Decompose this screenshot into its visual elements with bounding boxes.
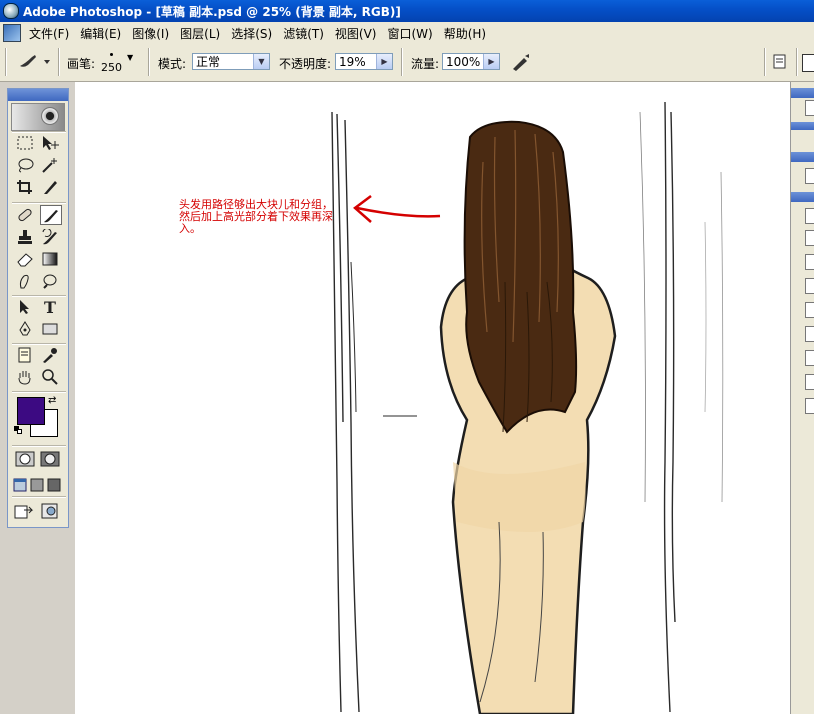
history-brush-icon[interactable] (39, 227, 61, 247)
tool-preset-picker[interactable] (16, 51, 52, 71)
layers-tab-label[interactable] (805, 208, 814, 224)
opacity-value: 19% (339, 55, 366, 69)
options-grip[interactable] (5, 48, 7, 76)
flow-value: 100% (446, 55, 481, 69)
annotation-text: 头发用路径够出大块儿和分组，然后加上高光部分着下效果再深入。 (179, 198, 333, 235)
layer-row[interactable] (805, 302, 814, 318)
mode-select[interactable]: 正常 ▼ (192, 53, 270, 70)
file-browser-button[interactable] (772, 54, 788, 70)
workspace-gap (0, 528, 7, 714)
crop-icon[interactable] (14, 177, 36, 197)
notes-icon[interactable] (14, 345, 36, 365)
chevron-right-icon[interactable]: ▶ (376, 54, 392, 69)
rectangle-shape-icon[interactable] (39, 319, 61, 339)
quick-mask-icon[interactable] (39, 449, 61, 469)
toolbox-titlebar[interactable] (8, 89, 68, 101)
palette-well[interactable] (802, 54, 814, 72)
path-selection-icon[interactable] (14, 297, 36, 317)
title-bar: Adobe Photoshop - [草稿 副本.psd @ 25% (背景 副… (0, 0, 814, 22)
layer-row[interactable] (805, 254, 814, 270)
navigator-tab-label[interactable] (805, 100, 814, 116)
layer-row[interactable] (805, 398, 814, 414)
toolbox: T ⇄ (7, 88, 69, 528)
document-icon[interactable] (3, 23, 21, 42)
menu-view[interactable]: 视图(V) (330, 24, 383, 42)
layer-row[interactable] (805, 350, 814, 366)
screen-mode-standard-icon[interactable] (12, 475, 28, 495)
gradient-icon[interactable] (39, 249, 61, 269)
options-bar: 画笔: 250 ▼ 模式: 正常 ▼ 不透明度: 19% ▶ 流量: 100% … (0, 43, 814, 82)
chevron-down-icon: ▼ (253, 54, 269, 69)
layer-row[interactable] (805, 230, 814, 246)
swap-colors-icon[interactable]: ⇄ (48, 395, 56, 406)
brush-icon[interactable] (40, 205, 62, 225)
layers-palette-tab[interactable] (791, 192, 814, 202)
artwork-canvas (331, 101, 724, 714)
document-canvas[interactable]: 头发用路径够出大块儿和分组，然后加上高光部分着下效果再深入。 (75, 82, 790, 714)
menu-help[interactable]: 帮助(H) (439, 24, 492, 42)
history-tab-label[interactable] (805, 168, 814, 184)
eyedropper-icon[interactable] (39, 345, 61, 365)
adobe-online-button[interactable] (11, 103, 65, 131)
menu-file[interactable]: 文件(F) (24, 24, 75, 42)
brush-preset-icon (20, 55, 50, 67)
color-palette-tab[interactable] (791, 122, 814, 130)
screen-mode-full-icon[interactable] (46, 475, 62, 495)
mode-value: 正常 (196, 55, 221, 69)
type-icon[interactable]: T (39, 297, 61, 317)
menu-layer[interactable]: 图层(L) (175, 24, 226, 42)
brush-size-picker[interactable]: 250 ▼ (100, 49, 136, 77)
menu-select[interactable]: 选择(S) (226, 24, 278, 42)
move-icon[interactable] (39, 133, 61, 153)
standard-mode-icon[interactable] (14, 449, 36, 469)
magic-wand-icon[interactable] (39, 155, 61, 175)
imageready-icon[interactable] (39, 501, 61, 521)
palette-dock (790, 82, 814, 714)
flow-field[interactable]: 100% ▶ (442, 53, 500, 70)
healing-brush-icon[interactable] (14, 205, 36, 225)
menu-edit[interactable]: 编辑(E) (75, 24, 127, 42)
window-title: Adobe Photoshop - [草稿 副本.psd @ 25% (背景 副… (23, 4, 401, 19)
layer-row[interactable] (805, 326, 814, 342)
jump-to-imageready-icon[interactable] (14, 501, 36, 521)
brush-tip-dot (110, 53, 113, 56)
navigator-palette-tab[interactable] (791, 88, 814, 98)
annotation-arrow (353, 195, 441, 223)
menu-window[interactable]: 窗口(W) (382, 24, 438, 42)
menu-filter[interactable]: 滤镜(T) (278, 24, 330, 42)
zoom-icon[interactable] (39, 367, 61, 387)
menu-bar: 文件(F) 编辑(E) 图像(I) 图层(L) 选择(S) 滤镜(T) 视图(V… (0, 22, 814, 44)
opacity-field[interactable]: 19% ▶ (335, 53, 393, 70)
default-colors-icon[interactable] (14, 426, 22, 434)
marquee-icon[interactable] (14, 133, 36, 153)
dodge-icon[interactable] (39, 271, 61, 291)
layer-row[interactable] (805, 374, 814, 390)
pen-icon[interactable] (14, 319, 36, 339)
airbrush-icon (513, 54, 529, 71)
foreground-color-swatch[interactable] (17, 397, 45, 425)
smudge-icon[interactable] (14, 271, 36, 291)
slice-icon[interactable] (39, 177, 61, 197)
hand-icon[interactable] (14, 367, 36, 387)
chevron-right-icon[interactable]: ▶ (483, 54, 499, 69)
photoshop-app-icon[interactable] (3, 3, 19, 19)
lasso-icon[interactable] (14, 155, 36, 175)
menu-image[interactable]: 图像(I) (127, 24, 175, 42)
airbrush-button[interactable] (510, 51, 532, 73)
file-browser-icon (773, 54, 786, 69)
brush-label: 画笔: (67, 57, 96, 71)
clone-stamp-icon[interactable] (14, 227, 36, 247)
flow-label: 流量: (411, 57, 440, 71)
layer-row[interactable] (805, 278, 814, 294)
screen-mode-full-menu-icon[interactable] (29, 475, 45, 495)
mode-label: 模式: (158, 57, 187, 71)
brush-size-value: 250 (101, 61, 122, 74)
opacity-label: 不透明度: (279, 57, 332, 71)
chevron-down-icon: ▼ (127, 53, 134, 62)
history-palette-tab[interactable] (791, 152, 814, 162)
eraser-icon[interactable] (14, 249, 36, 269)
